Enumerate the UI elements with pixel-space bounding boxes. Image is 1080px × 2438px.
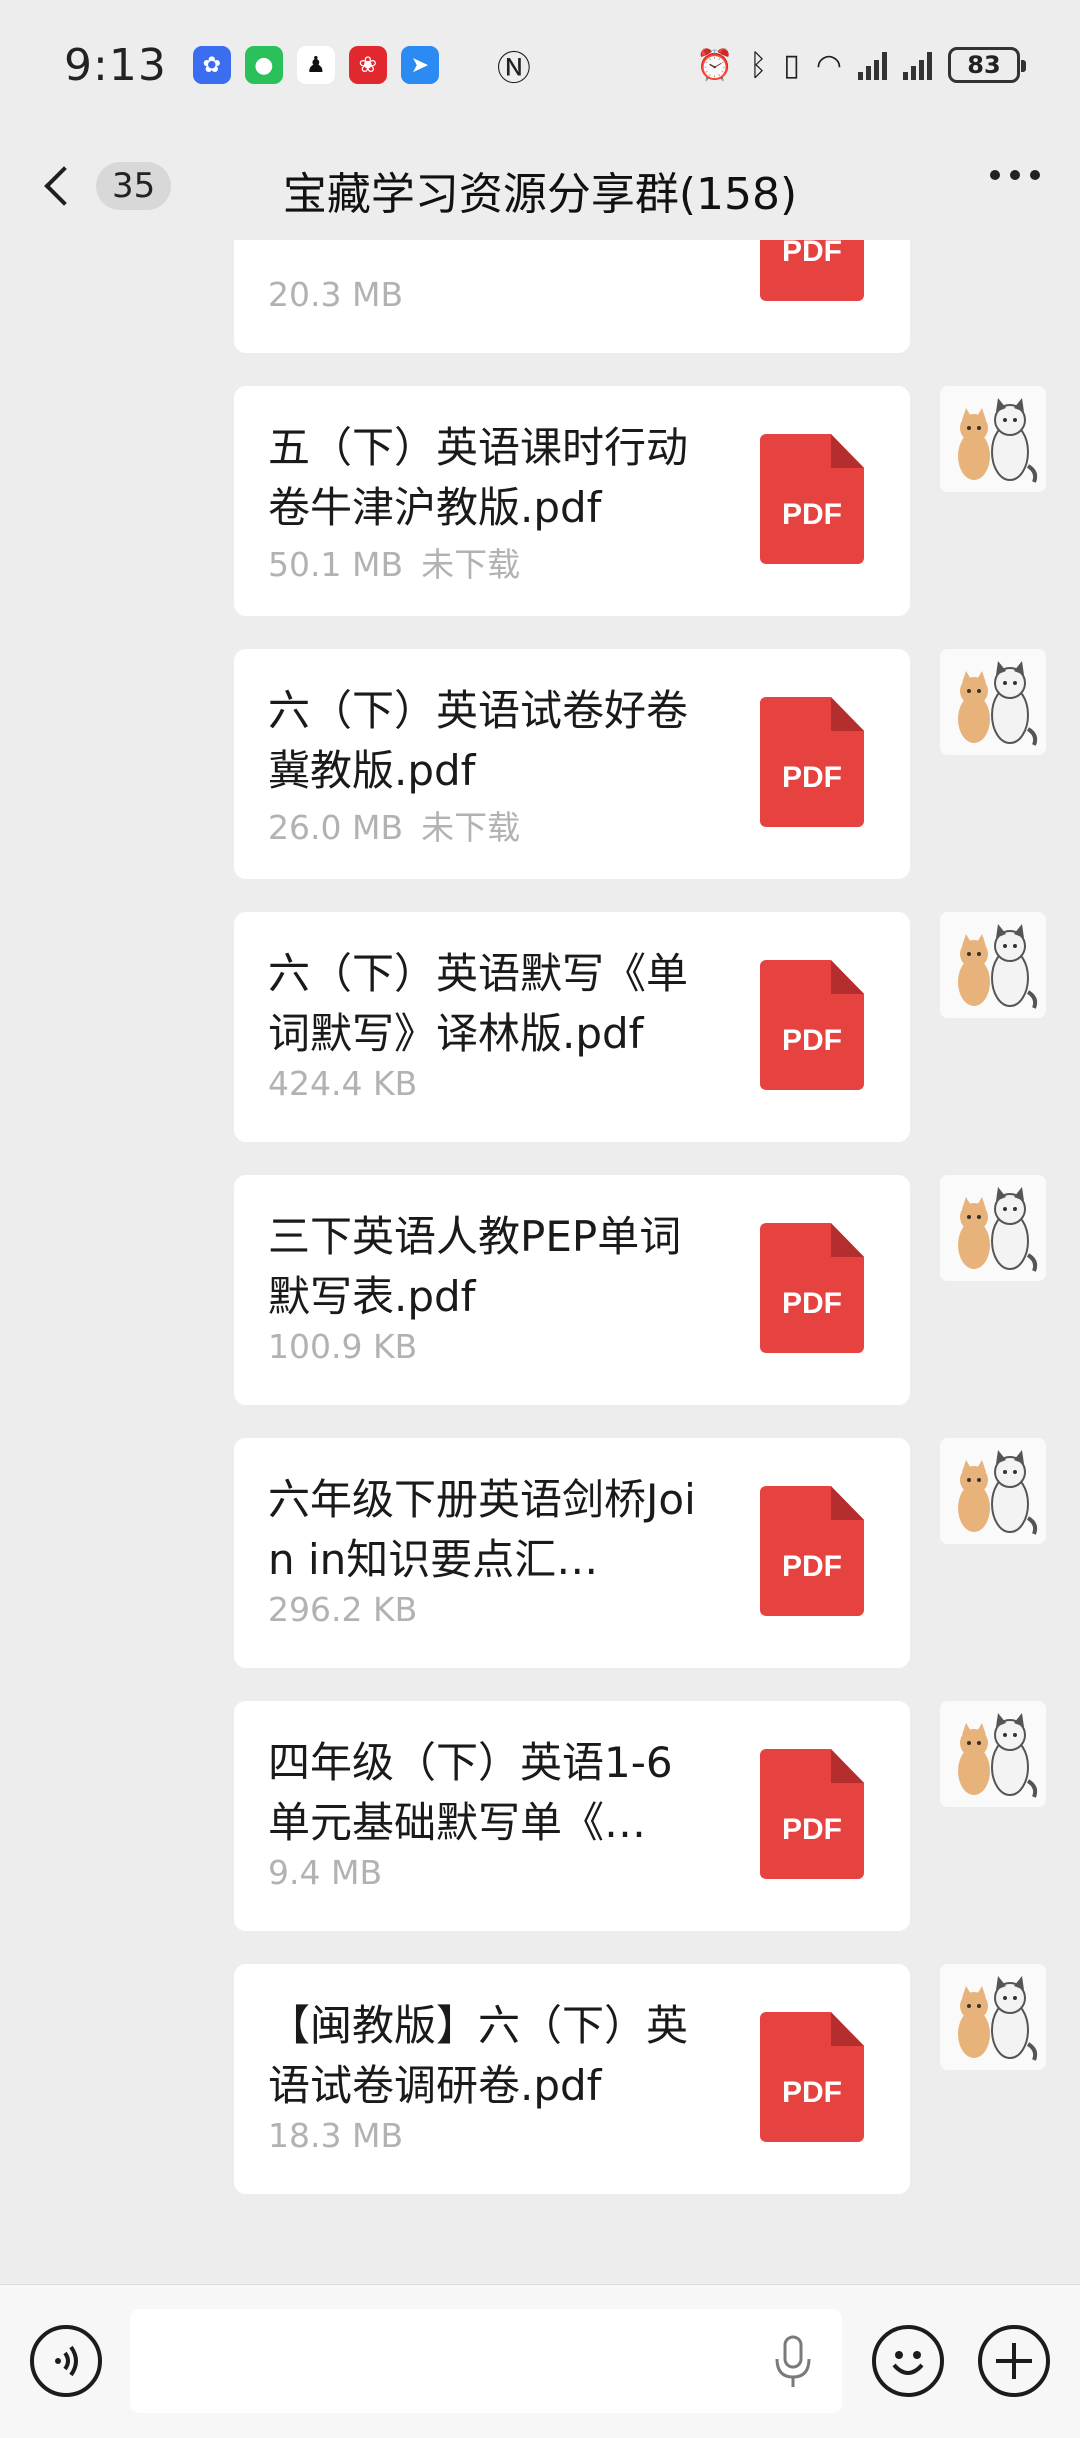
smiley-icon bbox=[892, 2351, 924, 2375]
file-name: 四年级（下）英语1-6单元基础默写单《… bbox=[268, 1738, 673, 1847]
more-dot bbox=[1030, 170, 1040, 180]
blue-gear-app-icon: ✿ bbox=[192, 46, 231, 84]
file-message: 四年级（下）英语1-6单元基础默写单《… 9.4 MB PDF bbox=[0, 1701, 1080, 1931]
nfc-icon: Ⓝ bbox=[496, 48, 531, 89]
file-message: 三下英语人教PEP单词默写表.pdf 100.9 KB PDF bbox=[0, 1175, 1080, 1405]
pdf-fold-corner bbox=[831, 1486, 864, 1520]
status-bar: 9:13 ✿ ● ♟ ❀ ➤ Ⓝ ⏰ ᛒ ▯ ◠ 83 bbox=[0, 0, 1080, 130]
file-bubble[interactable]: 【闽教版】六（下）英语试卷调研卷.pdf 18.3 MB PDF bbox=[234, 1964, 910, 2194]
pdf-fold-corner bbox=[831, 2012, 864, 2046]
file-message: 六（下）英语试卷好卷冀教版.pdf 26.0 MB 未下载 PDF bbox=[0, 649, 1080, 879]
file-meta: 9.4 MB bbox=[268, 1853, 382, 1892]
pdf-label: PDF bbox=[782, 1550, 842, 1583]
message-list[interactable]: 语天天练》外研版3…20.3 MBPDF 五（下）英语课时行动卷牛津沪教版.pd… bbox=[0, 240, 1080, 2280]
status-time: 9:13 bbox=[64, 39, 167, 91]
file-meta: 26.0 MB 未下载 bbox=[268, 801, 520, 849]
download-status: 未下载 bbox=[421, 808, 521, 847]
sender-avatar[interactable] bbox=[940, 1175, 1046, 1281]
pdf-fold-corner bbox=[831, 697, 864, 731]
wechat-icon: ● bbox=[244, 46, 283, 84]
file-name: 五（下）英语课时行动卷牛津沪教版.pdf bbox=[268, 423, 689, 532]
file-message: 语天天练》外研版3…20.3 MBPDF bbox=[0, 240, 1080, 353]
download-status: 未下载 bbox=[421, 545, 521, 584]
pdf-label: PDF bbox=[782, 761, 842, 794]
plus-button[interactable] bbox=[978, 2325, 1050, 2397]
file-bubble[interactable]: 六年级下册英语剑桥Join in知识要点汇… 296.2 KB PDF bbox=[234, 1438, 910, 1668]
file-size: 100.9 KB bbox=[268, 1327, 418, 1366]
file-size: 18.3 MB bbox=[268, 2116, 404, 2155]
file-bubble[interactable]: 五（下）英语课时行动卷牛津沪教版.pdf 50.1 MB 未下载 PDF bbox=[234, 386, 910, 616]
pdf-label: PDF bbox=[782, 1287, 842, 1320]
file-meta: 50.1 MB 未下载 bbox=[268, 538, 520, 586]
sender-avatar[interactable] bbox=[940, 1964, 1046, 2070]
file-bubble[interactable]: 语天天练》外研版3…20.3 MBPDF bbox=[234, 240, 910, 353]
file-meta: 424.4 KB bbox=[268, 1064, 417, 1103]
sender-avatar[interactable] bbox=[940, 386, 1046, 492]
wifi-icon: ◠ bbox=[815, 47, 842, 83]
microphone-icon[interactable] bbox=[772, 2335, 814, 2391]
sender-avatar[interactable] bbox=[940, 1701, 1046, 1807]
more-dot bbox=[990, 170, 1000, 180]
file-bubble[interactable]: 六（下）英语默写《单词默写》译林版.pdf 424.4 KB PDF bbox=[234, 912, 910, 1142]
message-input[interactable] bbox=[130, 2309, 842, 2413]
file-name: 六（下）英语默写《单词默写》译林版.pdf bbox=[268, 949, 689, 1058]
sender-avatar[interactable] bbox=[940, 912, 1046, 1018]
file-size: 20.3 MB bbox=[268, 275, 404, 314]
file-size: 296.2 KB bbox=[268, 1590, 418, 1629]
file-bubble[interactable]: 三下英语人教PEP单词默写表.pdf 100.9 KB PDF bbox=[234, 1175, 910, 1405]
pdf-label: PDF bbox=[782, 240, 842, 268]
file-meta: 100.9 KB bbox=[268, 1327, 417, 1366]
file-name: 六（下）英语试卷好卷冀教版.pdf bbox=[268, 686, 689, 795]
file-meta: 18.3 MB bbox=[268, 2116, 403, 2155]
voice-input-button[interactable] bbox=[30, 2325, 102, 2397]
emoji-button[interactable] bbox=[872, 2325, 944, 2397]
file-name: 【闽教版】六（下）英语试卷调研卷.pdf bbox=[268, 2001, 689, 2110]
status-right: ⏰ ᛒ ▯ ◠ 83 bbox=[695, 47, 1026, 83]
file-message: 【闽教版】六（下）英语试卷调研卷.pdf 18.3 MB PDF bbox=[0, 1964, 1080, 2194]
file-name: 三下英语人教PEP单词默写表.pdf bbox=[268, 1212, 682, 1321]
sender-avatar[interactable] bbox=[940, 649, 1046, 755]
file-message: 五（下）英语课时行动卷牛津沪教版.pdf 50.1 MB 未下载 PDF bbox=[0, 386, 1080, 616]
file-meta: 20.3 MB bbox=[268, 275, 403, 314]
pdf-fold-corner bbox=[831, 434, 864, 468]
file-bubble[interactable]: 六（下）英语试卷好卷冀教版.pdf 26.0 MB 未下载 PDF bbox=[234, 649, 910, 879]
signal-icon bbox=[858, 50, 887, 80]
red-app-icon: ❀ bbox=[348, 46, 387, 84]
file-bubble[interactable]: 四年级（下）英语1-6单元基础默写单《… 9.4 MB PDF bbox=[234, 1701, 910, 1931]
pdf-fold-corner bbox=[831, 960, 864, 994]
file-meta: 296.2 KB bbox=[268, 1590, 417, 1629]
pdf-label: PDF bbox=[782, 1024, 842, 1057]
pdf-label: PDF bbox=[782, 1813, 842, 1846]
sender-avatar[interactable] bbox=[940, 1438, 1046, 1544]
chat-header: 35 宝藏学习资源分享群(158) bbox=[0, 130, 1080, 240]
chat-title: 宝藏学习资源分享群(158) bbox=[282, 169, 798, 220]
bluetooth-icon: ᛒ bbox=[749, 47, 768, 83]
alarm-icon: ⏰ bbox=[695, 47, 734, 83]
file-name: 六年级下册英语剑桥Join in知识要点汇… bbox=[268, 1475, 696, 1584]
file-message: 六（下）英语默写《单词默写》译林版.pdf 424.4 KB PDF bbox=[0, 912, 1080, 1142]
more-options-button[interactable] bbox=[990, 170, 1040, 180]
file-message: 六年级下册英语剑桥Join in知识要点汇… 296.2 KB PDF bbox=[0, 1438, 1080, 1668]
signal-icon-2 bbox=[903, 50, 932, 80]
file-size: 26.0 MB bbox=[268, 808, 404, 847]
voice-wave-icon bbox=[55, 2345, 78, 2377]
pdf-fold-corner bbox=[831, 1749, 864, 1783]
vibrate-icon: ▯ bbox=[783, 47, 800, 83]
pdf-label: PDF bbox=[782, 2076, 842, 2109]
more-dot bbox=[1010, 170, 1020, 180]
pdf-label: PDF bbox=[782, 498, 842, 531]
file-size: 424.4 KB bbox=[268, 1064, 418, 1103]
pdf-fold-corner bbox=[831, 1223, 864, 1257]
input-bar bbox=[0, 2284, 1080, 2438]
qq-penguin-icon: ♟ bbox=[296, 46, 335, 84]
battery-icon: 83 bbox=[948, 47, 1026, 83]
file-size: 50.1 MB bbox=[268, 545, 404, 584]
blue-arrow-app-icon: ➤ bbox=[400, 46, 439, 84]
file-size: 9.4 MB bbox=[268, 1853, 383, 1892]
